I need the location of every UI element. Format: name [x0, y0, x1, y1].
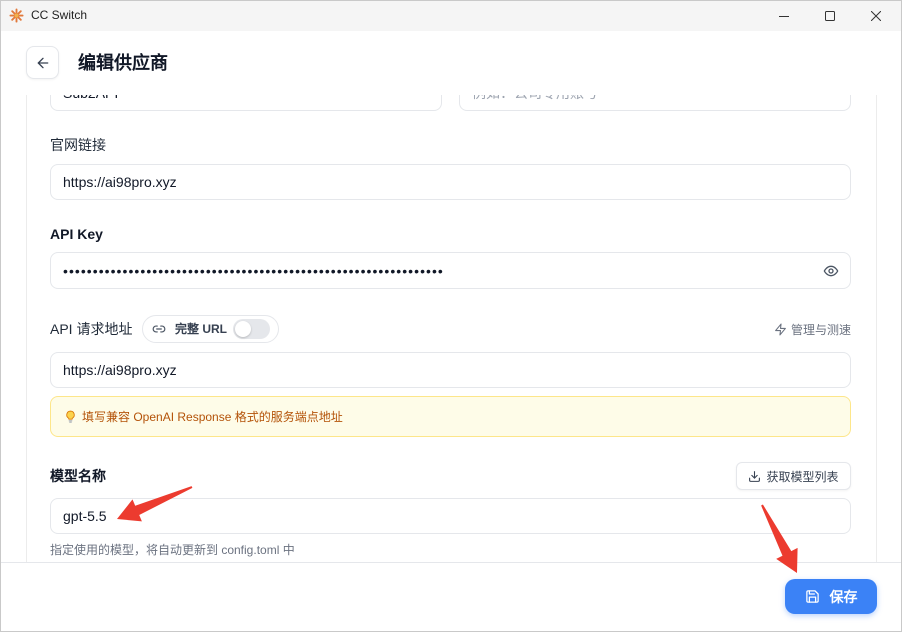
maximize-button[interactable] — [807, 0, 853, 31]
close-icon — [871, 10, 881, 21]
api-key-label: API Key — [50, 226, 103, 242]
download-icon — [749, 470, 761, 482]
website-field — [50, 164, 851, 200]
fetch-models-label: 获取模型列表 — [766, 469, 839, 484]
toggle-key-visibility-button[interactable] — [821, 261, 841, 281]
model-help-text: 指定使用的模型，将自动更新到 config.toml 中 — [50, 543, 295, 557]
switch-knob — [235, 321, 251, 337]
full-url-label: 完整 URL — [175, 322, 227, 336]
link-icon — [152, 325, 166, 333]
endpoint-label: API 请求地址 — [50, 321, 133, 337]
arrow-left-icon — [37, 57, 48, 68]
minimize-button[interactable] — [761, 0, 807, 31]
page-header: 编辑供应商 — [0, 31, 902, 95]
maximize-icon — [825, 10, 835, 21]
endpoint-hint-text: 填写兼容 OpenAI Response 格式的服务端点地址 — [82, 410, 343, 424]
save-label: 保存 — [829, 588, 858, 605]
model-field — [50, 498, 851, 534]
provider-name-field — [50, 95, 442, 111]
zap-icon — [775, 323, 786, 335]
provider-form[interactable]: 官网链接 API Key API 请求地址 完整 URL — [26, 95, 877, 562]
full-url-toggle[interactable]: 完整 URL — [142, 315, 279, 343]
footer-bar: 保存 — [0, 562, 902, 632]
endpoint-hint: 填写兼容 OpenAI Response 格式的服务端点地址 — [50, 396, 851, 437]
notes-input[interactable] — [459, 95, 851, 111]
app-window: CC Switch 编辑供应商 Sub2API 例如：公司专用账号 官网链接 h… — [0, 0, 902, 632]
notes-field — [459, 95, 851, 111]
back-button[interactable] — [26, 46, 59, 79]
api-key-field — [50, 252, 851, 289]
lightbulb-icon — [66, 410, 75, 423]
title-bar[interactable]: CC Switch — [0, 0, 902, 31]
website-input[interactable] — [50, 164, 851, 200]
provider-name-input[interactable] — [50, 95, 442, 111]
website-label: 官网链接 — [50, 137, 106, 153]
save-icon — [805, 590, 819, 603]
model-label: 模型名称 — [50, 468, 106, 484]
api-key-input[interactable] — [50, 252, 851, 289]
full-url-switch[interactable] — [233, 319, 270, 339]
fetch-models-button[interactable]: 获取模型列表 — [736, 462, 851, 490]
model-input[interactable] — [50, 498, 851, 534]
endpoint-field — [50, 352, 851, 388]
window-title: CC Switch — [31, 8, 88, 22]
manage-and-speedtest-link[interactable]: 管理与测速 — [774, 320, 851, 338]
app-logo-icon — [9, 8, 24, 23]
eye-icon — [823, 265, 839, 276]
close-button[interactable] — [853, 0, 899, 31]
manage-link-label: 管理与测速 — [790, 322, 851, 337]
save-button[interactable]: 保存 — [785, 579, 877, 614]
endpoint-input[interactable] — [50, 352, 851, 388]
minimize-icon — [779, 15, 789, 17]
page-title: 编辑供应商 — [78, 53, 168, 73]
